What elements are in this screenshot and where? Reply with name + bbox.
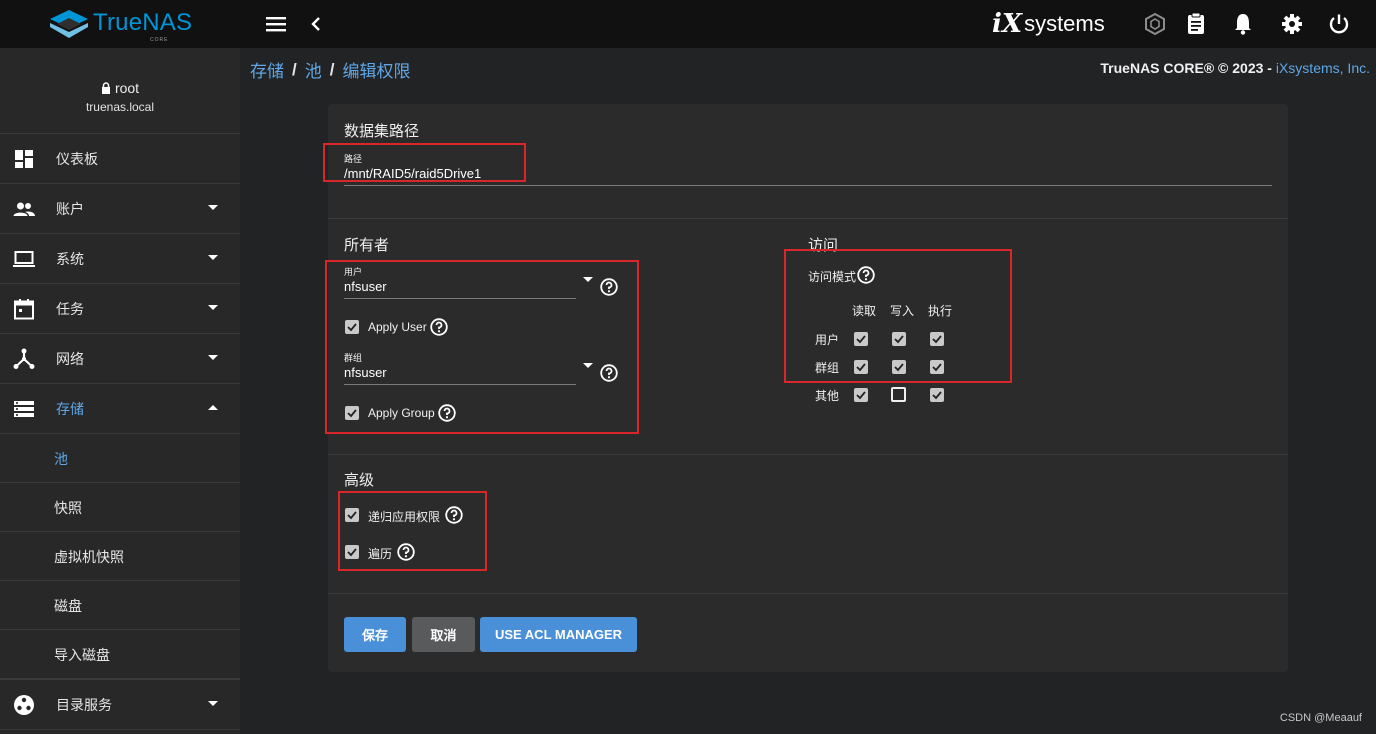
sidebar-subitem-pools[interactable]: 池 [0,434,240,483]
user-name: root [114,80,140,96]
advanced-heading: 高级 [344,472,375,489]
dataset-path-heading: 数据集路径 [344,123,420,140]
sidebar-item-label: 账户 [56,200,84,217]
section-divider [328,218,1288,219]
lock-icon [101,82,111,94]
ixsystems-link[interactable]: iXsystems, Inc. [1276,60,1370,76]
chevron-down-icon [208,255,218,261]
edit-permissions-card: 数据集路径 路径 /mnt/RAID5/raid5Drive1 所有者 用户 n… [323,104,1288,672]
sidebar-item-network[interactable]: 网络 [0,334,240,384]
truenas-logo[interactable]: TrueNAS CORE [50,8,200,43]
section-divider [328,593,1288,594]
highlight-box [325,260,639,434]
sidebar-item-system[interactable]: 系统 [0,234,240,284]
cancel-button[interactable]: 取消 [412,617,475,652]
laptop-icon [12,247,36,271]
breadcrumb: 存储 / 池 / 编辑权限 [250,57,410,82]
task-manager-icon[interactable] [1184,12,1208,36]
brand-sub: CORE [150,37,169,43]
perm-other-write-checkbox[interactable] [891,387,906,402]
menu-icon[interactable] [264,12,288,36]
highlight-box [323,143,526,182]
systems-text: systems [1024,11,1105,36]
sidebar-item-tasks[interactable]: 任务 [0,284,240,334]
watermark: CSDN @Meaauf [1279,712,1362,724]
sidebar-item-label: 目录服务 [56,696,112,713]
settings-icon[interactable] [1280,12,1304,36]
sidebar: root truenas.local 仪表板 账户 系统 任务 网络 存储 池 … [0,48,240,734]
truenas-logo-mark-icon [50,10,88,38]
chevron-down-icon [208,305,218,311]
sidebar-subitem-label: 虚拟机快照 [54,549,124,565]
sidebar-subitem-label: 磁盘 [54,598,82,614]
chevron-down-icon [208,355,218,361]
sidebar-item-label: 任务 [56,300,84,317]
ixsystems-logo[interactable]: iX systems [992,8,1105,40]
accounts-icon [12,197,36,221]
sidebar-subitem-import-disk[interactable]: 导入磁盘 [0,630,240,679]
owner-heading: 所有者 [344,237,390,254]
ix-mark: iX [992,9,1023,39]
sidebar-subitem-label: 快照 [54,500,82,516]
chevron-up-icon [208,405,218,411]
breadcrumb-separator: / [292,59,297,79]
copyright: TrueNAS CORE® © 2023 - iXsystems, Inc. [1100,60,1370,76]
truecommand-icon[interactable] [1143,12,1167,36]
perm-row-other: 其他 [815,389,840,403]
path-underline [344,185,1272,186]
top-bar: TrueNAS CORE iX systems [0,0,1376,48]
brand-name: TrueNAS [93,9,193,36]
breadcrumb-storage[interactable]: 存储 [250,57,284,82]
sidebar-item-storage[interactable]: 存储 [0,384,240,434]
user-info: root truenas.local [0,48,240,134]
host-name: truenas.local [85,100,155,114]
use-acl-manager-button[interactable]: USE ACL MANAGER [480,617,637,652]
sidebar-subitem-snapshots[interactable]: 快照 [0,483,240,532]
back-chevron-icon[interactable] [304,12,328,36]
sidebar-item-accounts[interactable]: 账户 [0,184,240,234]
notifications-icon[interactable] [1231,12,1255,36]
section-divider [328,454,1288,455]
power-icon[interactable] [1327,12,1351,36]
calendar-icon [12,297,36,321]
highlight-box [338,491,487,571]
sidebar-item-dashboard[interactable]: 仪表板 [0,134,240,184]
sidebar-subitem-label: 导入磁盘 [54,647,110,663]
sidebar-item-label: 存储 [56,400,84,417]
perm-other-execute-checkbox[interactable] [930,388,944,402]
breadcrumb-pools[interactable]: 池 [305,57,322,82]
chevron-down-icon [208,701,218,707]
sidebar-item-label: 仪表板 [56,150,98,167]
sidebar-item-label: 系统 [56,250,84,267]
save-button[interactable]: 保存 [344,617,406,652]
storage-icon [12,397,36,421]
copyright-text: TrueNAS CORE® © 2023 - [1100,60,1276,76]
breadcrumb-separator: / [329,59,335,79]
dashboard-icon [12,147,36,171]
chevron-down-icon [208,205,218,211]
sidebar-item-label: 网络 [56,350,84,367]
sidebar-subitem-disks[interactable]: 磁盘 [0,581,240,630]
network-icon [12,347,36,371]
sidebar-subitem-label: 池 [54,451,68,467]
highlight-box [784,249,1012,383]
directory-services-icon [12,693,36,717]
perm-other-read-checkbox[interactable] [854,388,868,402]
breadcrumb-edit-permissions[interactable]: 编辑权限 [342,57,410,82]
sidebar-subitem-vm-snapshots[interactable]: 虚拟机快照 [0,532,240,581]
sidebar-item-directory-services[interactable]: 目录服务 [0,679,240,730]
user-name-row: root [0,48,240,96]
